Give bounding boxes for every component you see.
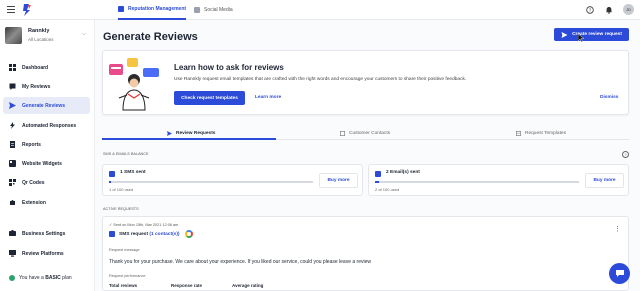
promo-illustration-icon: [109, 58, 159, 111]
sidebar-item-business-settings[interactable]: Business Settings: [3, 225, 90, 242]
google-icon: [185, 230, 193, 238]
dismiss-link[interactable]: Dismiss: [600, 95, 618, 100]
response-rate-header: Response rate: [171, 283, 203, 288]
help-icon[interactable]: ?: [622, 151, 629, 158]
promo-banner: Learn how to ask for reviews Use Rannkly…: [102, 50, 629, 115]
check-templates-button[interactable]: Check request templates: [174, 91, 245, 105]
sms-icon: [109, 171, 115, 177]
request-message-label: Request message: [109, 248, 140, 252]
sidebar-item-dashboard[interactable]: Dashboard: [3, 59, 90, 76]
sms-usage-bar: [109, 181, 313, 183]
page-title: Generate Reviews: [103, 31, 198, 43]
sidebar-item-review-platforms[interactable]: Review Platforms: [3, 245, 90, 262]
sidebar-item-generate-reviews[interactable]: Generate Reviews: [3, 97, 90, 114]
send-icon: [561, 31, 568, 38]
reviews-icon: [9, 83, 16, 90]
widget-icon: [9, 160, 16, 167]
promo-text: Use Rannkly request email templates that…: [174, 77, 467, 82]
sub-tabs: Review Requests Customer Contacts Reques…: [102, 126, 629, 140]
send-icon: [167, 130, 172, 136]
sms-sent-title: 1 SMS sent: [120, 170, 146, 175]
email-usage-fill: [375, 181, 380, 183]
learn-more-link[interactable]: Learn more: [255, 95, 281, 100]
balance-label: SMS & EMAILS BALANCE: [103, 152, 149, 156]
promo-heading: Learn how to ask for reviews: [174, 63, 284, 72]
main-content: Generate Reviews Create review request L…: [95, 20, 640, 291]
settings-icon: [9, 230, 16, 237]
template-icon: [516, 130, 521, 136]
account-locations: All Locations: [28, 37, 54, 42]
average-rating-header: Average rating: [232, 283, 264, 288]
social-icon: [194, 7, 200, 13]
sidebar: Rannkly All Locations ⌵ Dashboard My Rev…: [0, 20, 95, 291]
tab-reputation-management[interactable]: Reputation Management: [118, 0, 187, 20]
sms-usage-fill: [109, 181, 112, 183]
svg-text:?: ?: [589, 8, 592, 13]
request-sent-date: ✓ Sent on Mon 15th, Mar 2021 12:06 am: [109, 223, 179, 227]
platform-icon: [9, 250, 16, 257]
account-avatar: [5, 27, 22, 44]
sidebar-item-qr-codes[interactable]: Qr Codes: [3, 174, 90, 191]
email-usage-bar: [375, 181, 579, 183]
sidebar-item-reports[interactable]: Reports: [3, 136, 90, 153]
account-name: Rannkly: [28, 28, 50, 34]
more-options-icon[interactable]: ⋮: [614, 225, 621, 233]
sms-balance-card: 1 SMS sent 1 of 100 used Buy more: [102, 164, 363, 196]
email-icon: [375, 171, 381, 177]
qr-icon: [9, 179, 16, 186]
active-tab-indicator: [102, 138, 276, 140]
mouse-cursor-icon: [578, 34, 584, 42]
tab-request-templates[interactable]: Request Templates: [516, 126, 566, 140]
request-contacts-link[interactable]: (1 contact(s)): [149, 232, 179, 237]
active-request-card: ✓ Sent on Mon 15th, Mar 2021 12:06 am SM…: [102, 216, 629, 291]
tab-social-media[interactable]: Social Media: [194, 0, 233, 20]
request-type: SMS request (1 contact(s)): [119, 232, 180, 237]
account-switcher[interactable]: Rannkly All Locations ⌵: [5, 27, 90, 49]
puzzle-icon: [9, 199, 16, 206]
request-performance-label: Request performance: [109, 274, 146, 278]
email-balance-card: 2 Email(s) sent 2 of 100 used Buy more: [368, 164, 629, 196]
report-icon: [9, 141, 16, 148]
chat-button[interactable]: [609, 263, 630, 284]
email-usage-text: 2 of 100 used: [375, 187, 400, 192]
email-sent-title: 2 Email(s) sent: [386, 170, 420, 175]
create-review-request-button[interactable]: Create review request: [554, 28, 629, 41]
chevron-down-icon: ⌵: [82, 31, 86, 37]
send-icon: [9, 102, 16, 109]
sidebar-item-automated-responses[interactable]: Automated Responses: [3, 117, 90, 134]
active-requests-label: ACTIVE REQUESTS: [103, 207, 139, 211]
bell-icon[interactable]: [605, 6, 613, 14]
sms-icon: [109, 231, 115, 237]
sms-usage-text: 1 of 100 used: [109, 187, 134, 192]
menu-icon[interactable]: [7, 6, 15, 13]
plan-status: You have a BASIC plan: [3, 270, 90, 286]
buy-more-sms-button[interactable]: Buy more: [319, 173, 358, 188]
sidebar-item-website-widgets[interactable]: Website Widgets: [3, 155, 90, 172]
check-circle-icon: [9, 275, 15, 281]
sidebar-item-my-reviews[interactable]: My Reviews: [3, 78, 90, 95]
logo-icon[interactable]: [22, 4, 32, 16]
user-avatar[interactable]: JD: [623, 4, 634, 15]
dashboard-icon: [9, 64, 16, 71]
tab-customer-contacts[interactable]: Customer Contacts: [340, 126, 390, 140]
request-message: Thank you for your purchase. We care abo…: [109, 259, 371, 265]
top-bar: Reputation Management Social Media ? JD: [0, 0, 640, 20]
sidebar-item-extension[interactable]: Extension: [3, 194, 90, 211]
contacts-icon: [340, 130, 345, 136]
bolt-icon: [9, 122, 16, 129]
reputation-icon: [118, 6, 124, 12]
help-icon[interactable]: ?: [586, 6, 594, 14]
buy-more-email-button[interactable]: Buy more: [585, 173, 624, 188]
total-reviews-header: Total reviews: [109, 283, 138, 288]
chat-icon: [615, 270, 624, 277]
